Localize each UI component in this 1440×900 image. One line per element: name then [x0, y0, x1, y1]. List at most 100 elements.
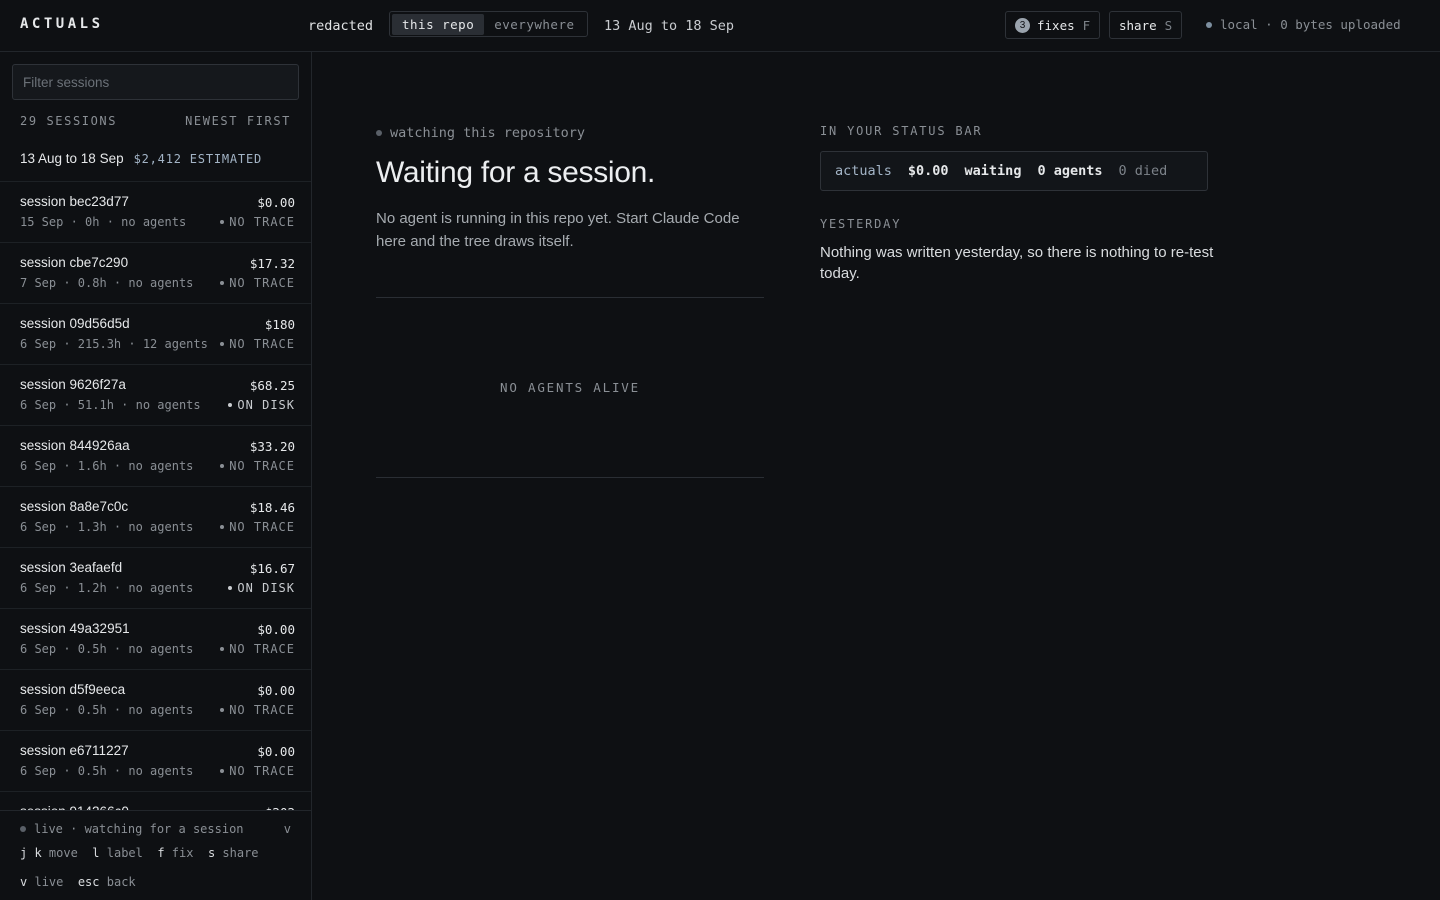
summary-cost: $2,412 ESTIMATED	[133, 152, 262, 166]
scope-toggle: this repo everywhere	[389, 11, 588, 37]
status-dot-icon	[228, 403, 233, 407]
session-status-text: NO TRACE	[229, 276, 295, 290]
page-title: Waiting for a session.	[376, 156, 656, 189]
session-status-text: NO TRACE	[229, 215, 295, 229]
session-meta: 6 Sep · 215.3h · 12 agents	[20, 337, 208, 351]
session-meta: 6 Sep · 0.5h · no agents	[20, 703, 194, 717]
session-status-text: NO TRACE	[229, 459, 295, 473]
session-name: session 9626f27a	[20, 377, 126, 392]
session-status: NO TRACE	[220, 764, 295, 778]
session-meta: 6 Sep · 0.5h · no agents	[20, 642, 194, 656]
session-cost: $0.00	[257, 195, 295, 210]
project-name: redacted	[308, 18, 374, 34]
fixes-button[interactable]: 3 fixes F	[1005, 11, 1101, 39]
empty-state-label: NO AGENTS ALIVE	[500, 380, 640, 395]
session-status: NO TRACE	[220, 642, 295, 656]
watching-dot-icon	[376, 130, 382, 136]
live-toggle-key[interactable]: v	[284, 822, 291, 836]
session-status-text: NO TRACE	[229, 703, 295, 717]
session-row[interactable]: session e6711227 $0.00 6 Sep · 0.5h · no…	[0, 730, 311, 791]
session-cost: $68.25	[249, 378, 295, 393]
status-dot-icon	[220, 647, 225, 651]
sort-order-button[interactable]: NEWEST FIRST	[185, 114, 291, 128]
session-cost: $0.00	[257, 744, 295, 759]
status-dot-icon	[220, 525, 225, 529]
fixes-count-badge: 3	[1015, 17, 1030, 33]
session-status-text: NO TRACE	[229, 642, 295, 656]
summary-range: 13 Aug to 18 Sep	[20, 151, 124, 166]
page-description: No agent is running in this repo yet. St…	[376, 210, 740, 250]
status-dot-icon	[220, 220, 225, 224]
live-dot-icon	[20, 826, 26, 832]
yesterday-label: YESTERDAY	[820, 217, 902, 231]
filter-sessions-input[interactable]	[12, 64, 299, 100]
session-status: ON DISK	[228, 581, 295, 595]
upload-status: local · 0 bytes uploaded	[1206, 17, 1401, 32]
live-status-text: live · watching for a session	[34, 822, 244, 836]
session-name: session cbe7c290	[20, 255, 129, 270]
session-name: session bec23d77	[20, 194, 129, 209]
session-row[interactable]: session d5f9eeca $0.00 6 Sep · 0.5h · no…	[0, 669, 311, 730]
status-bar-state: waiting	[964, 163, 1022, 179]
session-row[interactable]: session 49a32951 $0.00 6 Sep · 0.5h · no…	[0, 608, 311, 669]
session-name: session 844926aa	[20, 438, 130, 453]
session-meta: 6 Sep · 1.3h · no agents	[20, 520, 194, 534]
scope-this-repo-tab[interactable]: this repo	[392, 13, 485, 35]
status-dot-icon	[220, 464, 225, 468]
session-row[interactable]: session bec23d77 $0.00 15 Sep · 0h · no …	[0, 181, 311, 242]
session-row[interactable]: session 9626f27a $68.25 6 Sep · 51.1h · …	[0, 364, 311, 425]
session-name: session d5f9eeca	[20, 682, 126, 697]
yesterday-text: Nothing was written yesterday, so there …	[820, 244, 1214, 282]
session-status-text: NO TRACE	[229, 764, 295, 778]
date-range[interactable]: 13 Aug to 18 Sep	[604, 18, 734, 34]
session-name: session 49a32951	[20, 621, 130, 636]
status-bar-app: actuals	[835, 163, 892, 179]
sessions-list: session bec23d77 $0.00 15 Sep · 0h · no …	[0, 181, 311, 852]
status-bar-died: 0 died	[1118, 163, 1168, 179]
session-row[interactable]: session 8a8e7c0c $18.46 6 Sep · 1.3h · n…	[0, 486, 311, 547]
session-status-text: NO TRACE	[229, 337, 295, 351]
session-row[interactable]: session 09d56d5d $180 6 Sep · 215.3h · 1…	[0, 303, 311, 364]
session-row[interactable]: session 3eafaefd $16.67 6 Sep · 1.2h · n…	[0, 547, 311, 608]
fixes-label: fixes	[1037, 17, 1075, 33]
session-status: NO TRACE	[220, 520, 295, 534]
upload-status-text: local · 0 bytes uploaded	[1220, 17, 1401, 32]
share-button[interactable]: share S	[1109, 11, 1183, 39]
session-cost: $0.00	[257, 622, 295, 637]
session-status: NO TRACE	[220, 337, 295, 351]
share-label: share	[1119, 17, 1157, 33]
watching-text: watching this repository	[390, 125, 586, 141]
session-meta: 7 Sep · 0.8h · no agents	[20, 276, 194, 290]
session-status-text: ON DISK	[237, 581, 295, 595]
shortcut-label: back	[106, 875, 136, 889]
status-bar-agents: 0 agents	[1037, 163, 1103, 179]
session-meta: 15 Sep · 0h · no agents	[20, 215, 187, 229]
watching-indicator: watching this repository	[376, 125, 585, 141]
session-cost: $17.32	[249, 256, 295, 271]
session-name: session 09d56d5d	[20, 316, 130, 331]
status-bar-cost: $0.00	[907, 163, 949, 179]
session-meta: 6 Sep · 51.1h · no agents	[20, 398, 201, 412]
top-bar: ACTUALS redacted this repo everywhere 13…	[0, 0, 1440, 52]
session-row[interactable]: session 844926aa $33.20 6 Sep · 1.6h · n…	[0, 425, 311, 486]
shortcut-key: l	[92, 846, 100, 860]
status-dot-icon	[220, 708, 225, 712]
session-status: NO TRACE	[220, 215, 295, 229]
scope-everywhere-tab[interactable]: everywhere	[484, 14, 584, 35]
session-row[interactable]: session cbe7c290 $17.32 7 Sep · 0.8h · n…	[0, 242, 311, 303]
shortcut-key: j k	[20, 846, 42, 860]
session-status: NO TRACE	[220, 276, 295, 290]
session-cost: $180	[264, 317, 295, 332]
session-meta: 6 Sep · 1.6h · no agents	[20, 459, 194, 473]
shortcut-label: move	[48, 846, 78, 860]
shortcut-label: label	[106, 846, 143, 860]
shortcut-label: share	[222, 846, 259, 860]
shortcut-key: f	[157, 846, 165, 860]
session-status: NO TRACE	[220, 703, 295, 717]
session-name: session 8a8e7c0c	[20, 499, 129, 514]
session-cost: $16.67	[249, 561, 295, 576]
status-dot-icon	[220, 769, 225, 773]
session-status: NO TRACE	[220, 459, 295, 473]
session-meta: 6 Sep · 1.2h · no agents	[20, 581, 194, 595]
session-cost: $18.46	[249, 500, 295, 515]
